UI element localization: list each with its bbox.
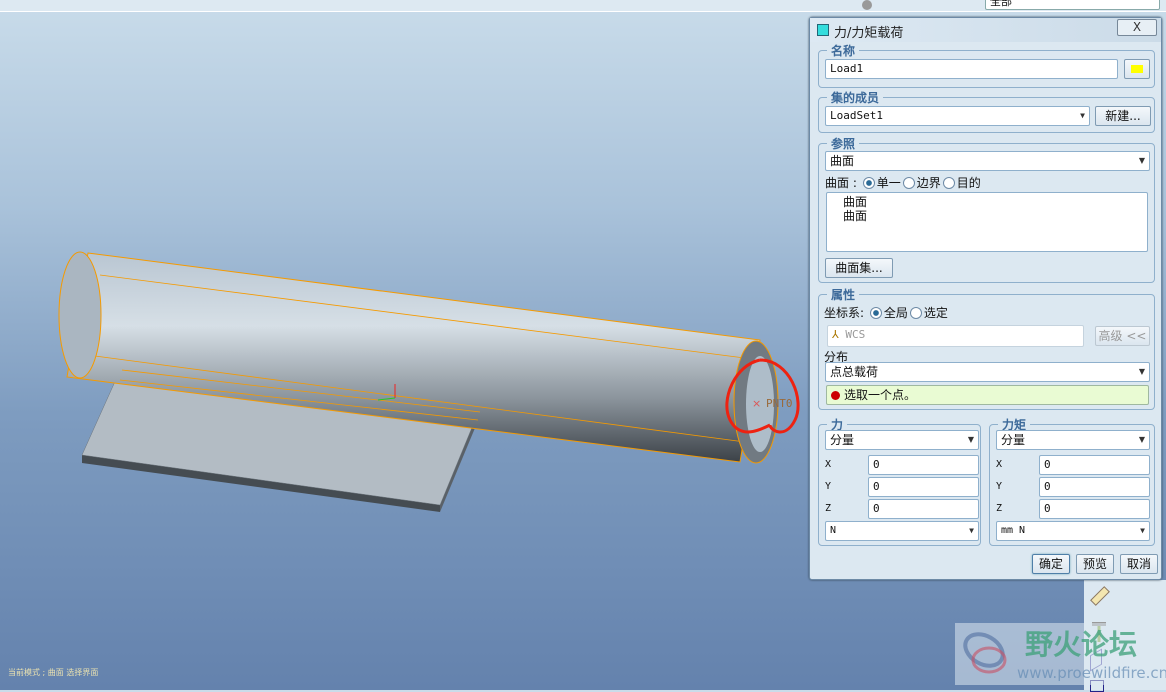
radio-single[interactable] <box>862 177 875 189</box>
member-of-set-legend: 集的成员 <box>831 91 880 105</box>
option-intent-label: 目的 <box>956 176 981 190</box>
moment-unit-select[interactable]: mm N ▼ <box>996 521 1150 541</box>
name-input[interactable]: Load1 <box>825 59 1118 79</box>
force-mode-select[interactable]: 分量 ▼ <box>825 430 979 450</box>
csys-field: ⅄ WCS <box>827 325 1084 347</box>
moment-unit-value: mm N <box>1001 525 1026 536</box>
radio-global[interactable] <box>869 307 882 319</box>
name-legend: 名称 <box>831 44 856 58</box>
force-z-label: Z <box>825 503 832 514</box>
distribution-select[interactable]: 点总载荷 ▼ <box>825 362 1150 382</box>
moment-x-label: X <box>996 459 1003 470</box>
watermark-name: 野火论坛 <box>1025 628 1138 661</box>
force-y-input[interactable]: 0 <box>868 477 979 497</box>
moment-z-label: Z <box>996 503 1003 514</box>
radio-boundary[interactable] <box>902 177 915 189</box>
load-set-select[interactable]: LoadSet1 ▼ <box>825 106 1090 126</box>
cancel-button[interactable]: 取消 <box>1120 554 1158 574</box>
advanced-button[interactable]: 高级 << <box>1095 326 1150 346</box>
point-marker[interactable]: × PNT0 <box>752 397 793 410</box>
surface-sets-button[interactable]: 曲面集... <box>825 258 893 278</box>
force-moment-load-dialog: 力/力矩载荷 X 名称 Load1 集的成员 LoadSet1 ▼ 新建... 参… <box>809 17 1162 580</box>
force-unit-select[interactable]: N ▼ <box>825 521 979 541</box>
moment-y-label: Y <box>996 481 1003 492</box>
chevron-down-icon: ▼ <box>1140 526 1145 535</box>
dialog-title: 力/力矩载荷 <box>834 26 904 41</box>
chevron-down-icon: ▼ <box>1080 111 1085 120</box>
status-dot-icon <box>831 391 840 400</box>
point-label: PNT0 <box>766 397 793 410</box>
force-z-input[interactable]: 0 <box>868 499 979 519</box>
force-x-label: X <box>825 459 832 470</box>
new-set-button[interactable]: 新建... <box>1095 106 1151 126</box>
ruler-icon[interactable] <box>1090 586 1110 606</box>
status-bar: 当前模式 ; 曲面 选择界面 <box>8 668 99 677</box>
close-button[interactable]: X <box>1117 19 1157 36</box>
chevron-down-icon: ▼ <box>1138 156 1145 165</box>
chevron-down-icon: ▼ <box>1138 435 1145 444</box>
reference-type-select[interactable]: 曲面 ▼ <box>825 151 1150 171</box>
option-selected-label: 选定 <box>923 306 948 320</box>
references-legend: 参照 <box>831 137 856 151</box>
force-unit-value: N <box>830 525 837 536</box>
moment-z-input[interactable]: 0 <box>1039 499 1150 519</box>
ok-button[interactable]: 确定 <box>1032 554 1070 574</box>
watermark: 野火论坛 www.proewildfire.cn <box>955 623 1166 685</box>
force-x-input[interactable]: 0 <box>868 455 979 475</box>
list-item[interactable]: 曲面 <box>843 195 1147 209</box>
watermark-logo <box>963 632 1007 674</box>
load-set-value: LoadSet1 <box>830 109 883 122</box>
prompt-text: 选取一个点。 <box>844 388 917 402</box>
svg-text:×: × <box>752 397 761 410</box>
reference-type-value: 曲面 <box>830 154 855 168</box>
force-mode-value: 分量 <box>830 433 855 447</box>
chevron-down-icon: ▼ <box>1138 367 1145 376</box>
moment-mode-value: 分量 <box>1001 433 1026 447</box>
option-single-label: 单一 <box>876 176 901 190</box>
moment-x-input[interactable]: 0 <box>1039 455 1150 475</box>
dialog-icon <box>817 24 829 36</box>
csys-icon: ⅄ <box>832 328 846 341</box>
reference-list[interactable]: 曲面 曲面 <box>826 192 1148 252</box>
color-button[interactable] <box>1124 59 1150 79</box>
option-boundary-label: 边界 <box>916 176 941 190</box>
properties-legend: 属性 <box>831 288 856 302</box>
list-item[interactable]: 曲面 <box>843 209 1147 223</box>
moment-y-input[interactable]: 0 <box>1039 477 1150 497</box>
selection-prompt: 选取一个点。 <box>826 385 1149 405</box>
force-y-label: Y <box>825 481 832 492</box>
color-swatch-icon <box>1131 65 1143 73</box>
dialog-titlebar[interactable]: 力/力矩载荷 X <box>810 18 1161 42</box>
preview-button[interactable]: 预览 <box>1076 554 1114 574</box>
distribution-value: 点总载荷 <box>830 365 879 379</box>
csys-value: WCS <box>845 328 866 341</box>
moment-mode-select[interactable]: 分量 ▼ <box>996 430 1150 450</box>
watermark-url: www.proewildfire.cn <box>1017 664 1166 682</box>
surface-label: 曲面 : <box>825 176 857 190</box>
chevron-down-icon: ▼ <box>967 435 974 444</box>
radio-intent[interactable] <box>942 177 955 189</box>
radio-selected[interactable] <box>909 307 922 319</box>
option-global-label: 全局 <box>883 306 908 320</box>
csys-label: 坐标系: <box>824 306 865 320</box>
chevron-down-icon: ▼ <box>969 526 974 535</box>
